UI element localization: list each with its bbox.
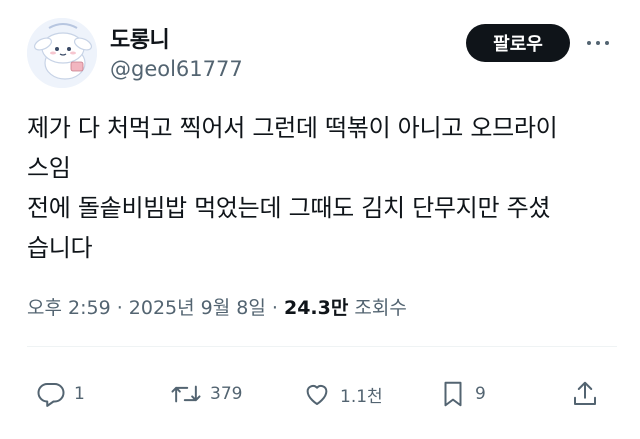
retweet-button[interactable]: 379 <box>170 372 242 416</box>
share-button[interactable] <box>570 372 600 416</box>
avatar[interactable] <box>27 18 97 88</box>
meta-separator: · <box>110 297 129 319</box>
reply-button[interactable]: 1 <box>36 372 85 416</box>
tweet-meta: 오후 2:59 · 2025년 9월 8일 · 24.3만 조회수 <box>27 293 407 320</box>
view-count[interactable]: 24.3만 <box>284 297 348 319</box>
tweet-header: 도롱니 @geol61777 팔로우 <box>0 0 640 100</box>
tweet-line: 습니다 <box>27 234 93 262</box>
more-icon[interactable] <box>580 28 616 58</box>
tweet-line: 스임 <box>27 154 71 182</box>
bookmark-icon <box>444 381 462 407</box>
tweet-text: 제가 다 처먹고 찍어서 그런데 떡볶이 아니고 오므라이 스임 전에 돌솥비빔… <box>27 108 627 268</box>
bookmark-button[interactable]: 9 <box>439 372 486 416</box>
action-bar: 1 379 1.1천 9 <box>0 372 640 416</box>
tweet-line: 전에 돌솥비빔밥 먹었는데 그때도 김치 단무지만 주셨 <box>27 194 551 222</box>
more-dot <box>587 41 591 45</box>
view-count-label: 조회수 <box>348 297 407 319</box>
tweet-time[interactable]: 오후 2:59 <box>27 297 111 319</box>
divider <box>27 346 617 347</box>
reply-count: 1 <box>74 384 85 404</box>
bookmark-count: 9 <box>475 384 486 404</box>
like-icon <box>306 385 328 405</box>
retweet-count: 379 <box>210 384 243 404</box>
meta-separator: · <box>265 297 284 319</box>
tweet-date[interactable]: 2025년 9월 8일 <box>129 297 266 319</box>
reply-icon <box>37 383 65 407</box>
share-icon <box>574 381 596 405</box>
avatar-illustration-icon <box>27 18 97 88</box>
retweet-icon <box>171 385 201 403</box>
follow-button[interactable]: 팔로우 <box>466 24 570 62</box>
tweet-line: 제가 다 처먹고 찍어서 그런데 떡볶이 아니고 오므라이 <box>27 114 558 142</box>
more-dot <box>596 41 600 45</box>
more-dot <box>605 41 609 45</box>
display-name[interactable]: 도롱니 <box>110 22 170 54</box>
user-handle[interactable]: @geol61777 <box>110 57 243 81</box>
like-button[interactable]: 1.1천 <box>302 372 383 416</box>
like-count: 1.1천 <box>340 386 383 407</box>
